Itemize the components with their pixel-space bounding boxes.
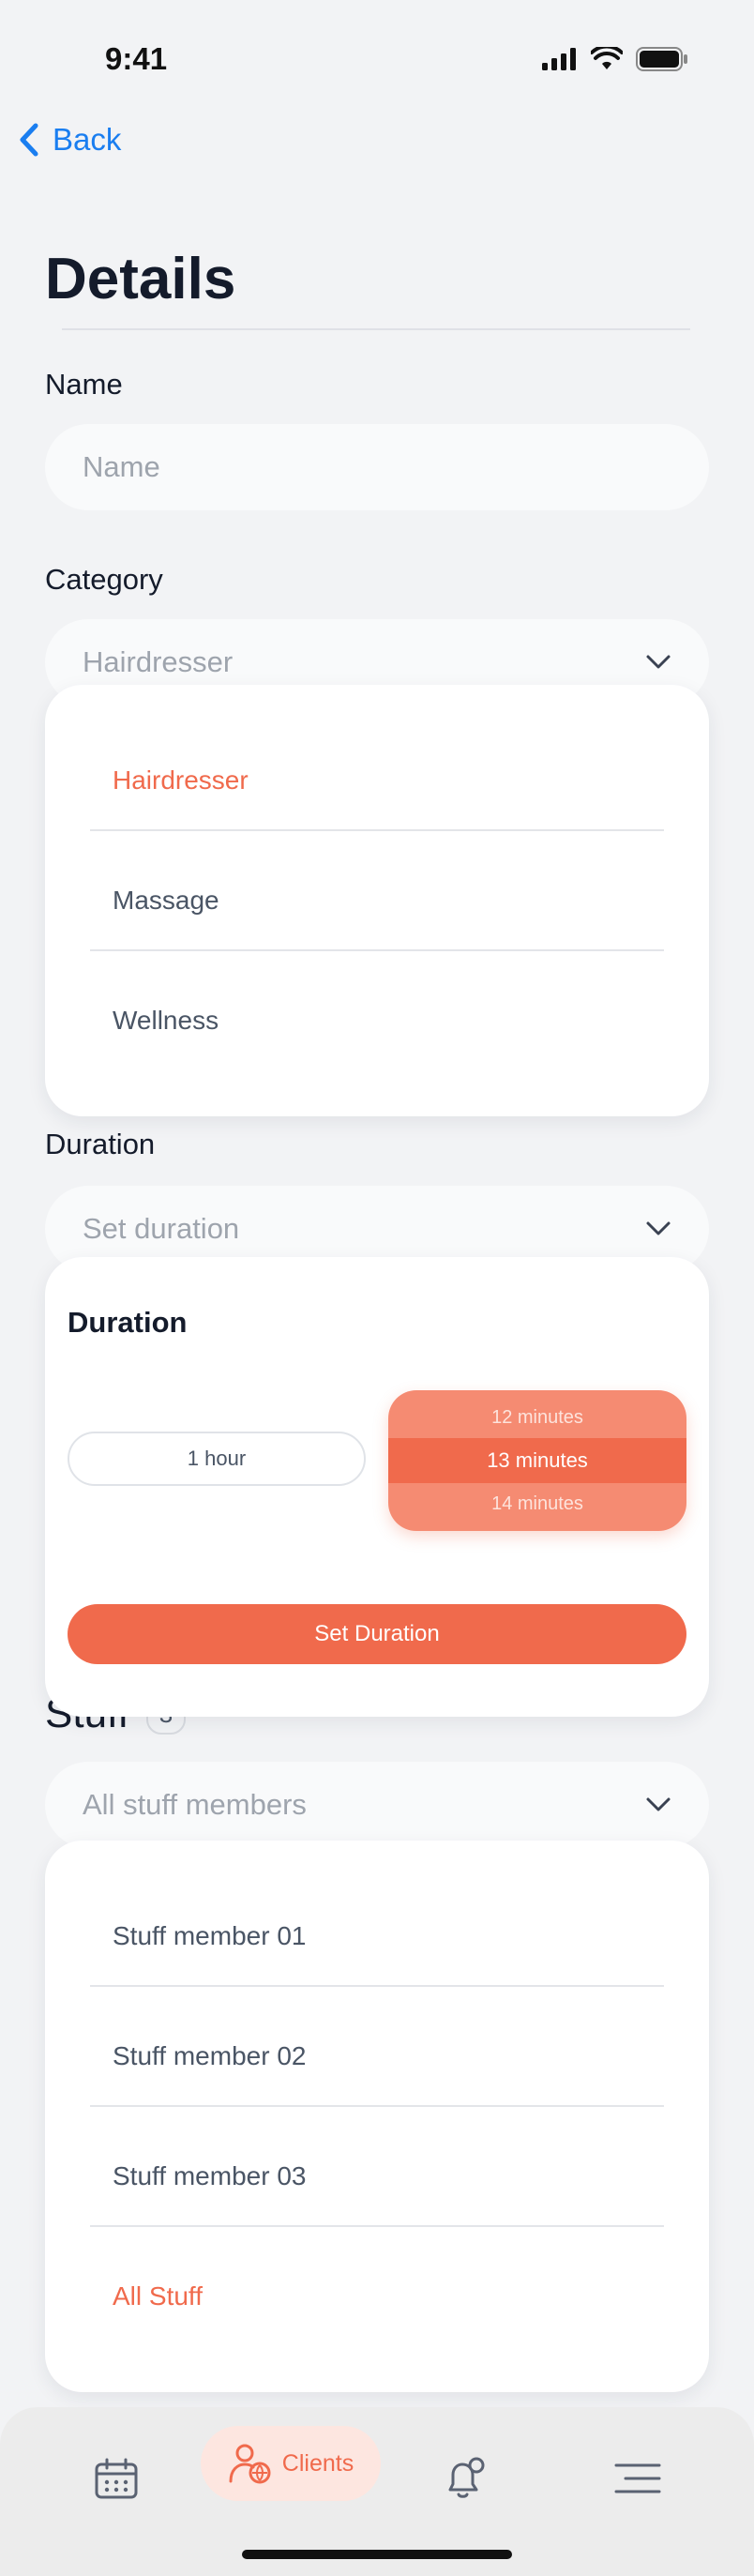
battery-icon: [636, 47, 687, 71]
hours-picker[interactable]: 1 hour: [68, 1432, 366, 1486]
notifications-icon: [448, 2457, 485, 2498]
name-label: Name: [45, 368, 123, 401]
divider: [90, 2105, 664, 2107]
chevron-down-icon: [646, 655, 671, 669]
title-divider: [62, 328, 690, 330]
duration-placeholder: Set duration: [83, 1212, 240, 1245]
divider: [90, 829, 664, 831]
duration-popup-title: Duration: [68, 1306, 188, 1339]
category-option-wellness[interactable]: Wellness: [113, 1006, 219, 1036]
chevron-down-icon: [646, 1221, 671, 1235]
divider: [90, 949, 664, 951]
category-selected-value: Hairdresser: [83, 645, 234, 678]
stuff-dropdown: Stuff member 01 Stuff member 02 Stuff me…: [45, 1841, 709, 2392]
chevron-down-icon: [646, 1797, 671, 1811]
set-duration-button[interactable]: Set Duration: [68, 1604, 686, 1664]
minutes-option[interactable]: 12 minutes: [388, 1397, 686, 1438]
menu-icon: [614, 2463, 661, 2493]
signal-icon: [542, 48, 576, 70]
duration-label: Duration: [45, 1128, 156, 1160]
back-label: Back: [53, 122, 122, 157]
category-dropdown: Hairdresser Massage Wellness: [45, 685, 709, 1116]
stuff-option-all[interactable]: All Stuff: [113, 2281, 203, 2311]
chevron-left-icon: [20, 123, 38, 157]
stuff-option-01[interactable]: Stuff member 01: [113, 1921, 306, 1951]
divider: [90, 2225, 664, 2227]
name-field[interactable]: Name: [45, 424, 709, 510]
tab-menu[interactable]: [600, 2443, 675, 2514]
category-label: Category: [45, 563, 163, 596]
minutes-option-selected[interactable]: 13 minutes: [388, 1438, 686, 1483]
stuff-option-02[interactable]: Stuff member 02: [113, 2041, 306, 2071]
category-option-massage[interactable]: Massage: [113, 886, 219, 916]
stuff-select[interactable]: All stuff members: [45, 1762, 709, 1848]
status-icons: [542, 47, 688, 71]
minutes-option[interactable]: 14 minutes: [388, 1483, 686, 1524]
stuff-placeholder: All stuff members: [83, 1788, 307, 1821]
page-title: Details: [45, 247, 236, 311]
minutes-picker[interactable]: 12 minutes 13 minutes 14 minutes: [388, 1390, 686, 1531]
back-button[interactable]: Back: [17, 122, 121, 158]
name-placeholder: Name: [83, 450, 160, 483]
tab-clients-label: Clients: [281, 2449, 354, 2477]
stuff-option-03[interactable]: Stuff member 03: [113, 2161, 306, 2191]
divider: [90, 1985, 664, 1987]
duration-popup: Duration 1 hour 12 minutes 13 minutes 14…: [45, 1257, 709, 1717]
calendar-icon: [95, 2458, 138, 2499]
tab-clients[interactable]: Clients: [201, 2426, 381, 2501]
status-time: 9:41: [105, 41, 168, 76]
home-indicator: [242, 2550, 512, 2559]
tab-calendar[interactable]: [79, 2443, 154, 2514]
wifi-icon: [591, 47, 623, 69]
tab-notifications[interactable]: [428, 2443, 503, 2514]
category-option-hairdresser[interactable]: Hairdresser: [113, 765, 249, 796]
clients-icon: [229, 2444, 271, 2484]
